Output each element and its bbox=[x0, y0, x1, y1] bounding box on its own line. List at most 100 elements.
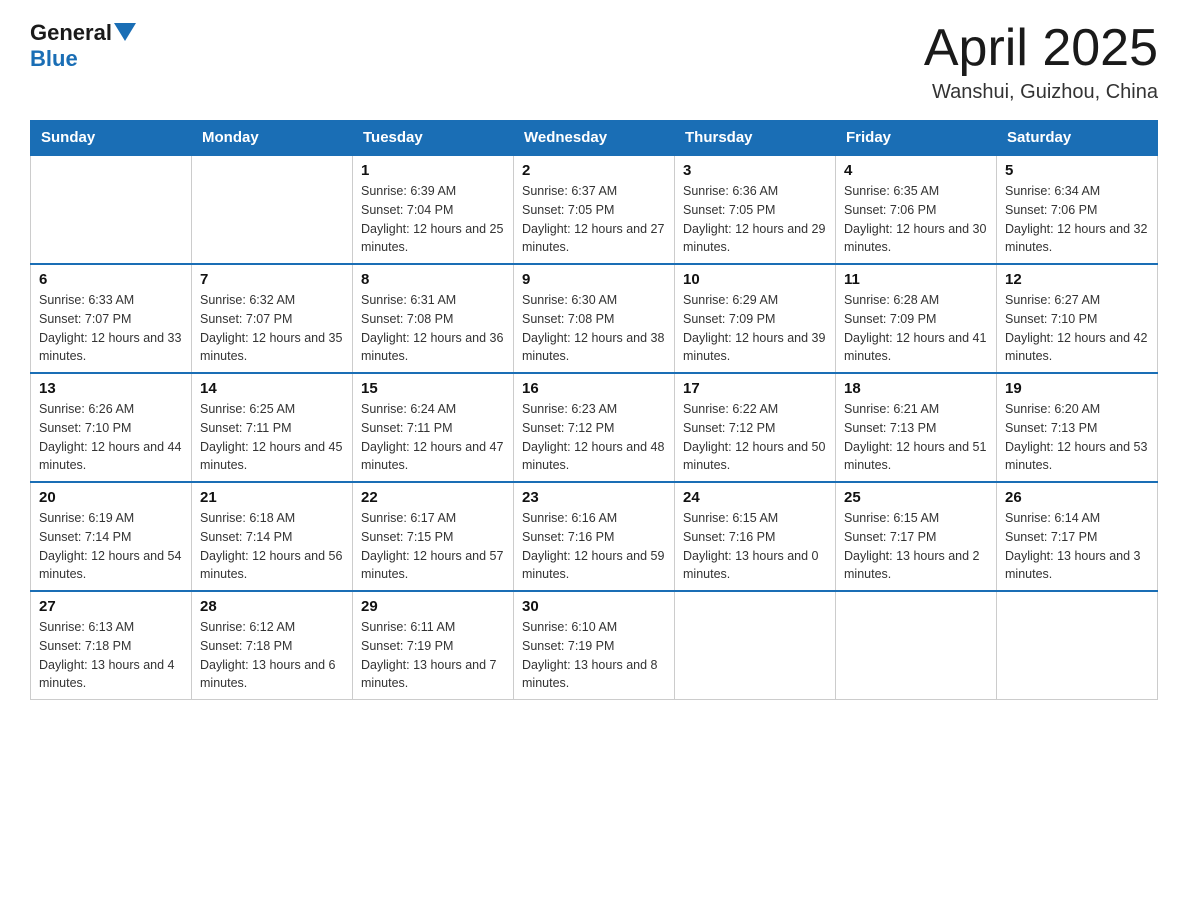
calendar-day-cell bbox=[836, 591, 997, 700]
calendar-title: April 2025 bbox=[924, 20, 1158, 77]
calendar-day-cell: 19 Sunrise: 6:20 AMSunset: 7:13 PMDayligh… bbox=[997, 373, 1158, 482]
page-header: General Blue April 2025 Wanshui, Guizhou… bbox=[30, 20, 1158, 104]
day-number: 4 bbox=[844, 162, 988, 179]
calendar-day-cell: 21Sunrise: 6:18 AMSunset: 7:14 PMDayligh… bbox=[192, 482, 353, 591]
day-number: 15 bbox=[361, 380, 505, 397]
day-info: Sunrise: 6:25 AMSunset: 7:11 PMDaylight:… bbox=[200, 400, 344, 475]
day-info: Sunrise: 6:21 AMSunset: 7:13 PMDaylight:… bbox=[844, 400, 988, 475]
day-of-week-header: Sunday bbox=[31, 121, 192, 156]
calendar-day-cell: 30Sunrise: 6:10 AMSunset: 7:19 PMDayligh… bbox=[514, 591, 675, 700]
day-of-week-header: Tuesday bbox=[353, 121, 514, 156]
day-info: Sunrise: 6:13 AMSunset: 7:18 PMDaylight:… bbox=[39, 618, 183, 693]
calendar-day-cell: 1 Sunrise: 6:39 AMSunset: 7:04 PMDaylight… bbox=[353, 155, 514, 264]
day-info: Sunrise: 6:15 AMSunset: 7:16 PMDaylight:… bbox=[683, 509, 827, 584]
day-info: Sunrise: 6:33 AMSunset: 7:07 PMDaylight:… bbox=[39, 291, 183, 366]
calendar-day-cell: 20Sunrise: 6:19 AMSunset: 7:14 PMDayligh… bbox=[31, 482, 192, 591]
day-number: 30 bbox=[522, 598, 666, 615]
calendar-day-cell: 17 Sunrise: 6:22 AMSunset: 7:12 PMDayligh… bbox=[675, 373, 836, 482]
day-number: 7 bbox=[200, 271, 344, 288]
day-info: Sunrise: 6:22 AMSunset: 7:12 PMDaylight:… bbox=[683, 400, 827, 475]
calendar-location: Wanshui, Guizhou, China bbox=[924, 81, 1158, 104]
calendar-day-cell bbox=[31, 155, 192, 264]
day-info: Sunrise: 6:23 AMSunset: 7:12 PMDaylight:… bbox=[522, 400, 666, 475]
calendar-day-cell: 25Sunrise: 6:15 AMSunset: 7:17 PMDayligh… bbox=[836, 482, 997, 591]
day-info: Sunrise: 6:18 AMSunset: 7:14 PMDaylight:… bbox=[200, 509, 344, 584]
day-info: Sunrise: 6:14 AMSunset: 7:17 PMDaylight:… bbox=[1005, 509, 1149, 584]
logo: General Blue bbox=[30, 20, 136, 72]
day-info: Sunrise: 6:17 AMSunset: 7:15 PMDaylight:… bbox=[361, 509, 505, 584]
calendar-day-cell: 14 Sunrise: 6:25 AMSunset: 7:11 PMDayligh… bbox=[192, 373, 353, 482]
calendar-week-row: 13 Sunrise: 6:26 AMSunset: 7:10 PMDayligh… bbox=[31, 373, 1158, 482]
day-info: Sunrise: 6:39 AMSunset: 7:04 PMDaylight:… bbox=[361, 182, 505, 257]
calendar-day-cell: 9 Sunrise: 6:30 AMSunset: 7:08 PMDaylight… bbox=[514, 264, 675, 373]
day-of-week-header: Friday bbox=[836, 121, 997, 156]
day-number: 24 bbox=[683, 489, 827, 506]
day-info: Sunrise: 6:28 AMSunset: 7:09 PMDaylight:… bbox=[844, 291, 988, 366]
day-info: Sunrise: 6:31 AMSunset: 7:08 PMDaylight:… bbox=[361, 291, 505, 366]
day-number: 1 bbox=[361, 162, 505, 179]
day-number: 17 bbox=[683, 380, 827, 397]
calendar-day-cell bbox=[997, 591, 1158, 700]
calendar-day-cell: 26 Sunrise: 6:14 AMSunset: 7:17 PMDayligh… bbox=[997, 482, 1158, 591]
day-of-week-header: Monday bbox=[192, 121, 353, 156]
calendar-day-cell: 2Sunrise: 6:37 AMSunset: 7:05 PMDaylight… bbox=[514, 155, 675, 264]
day-info: Sunrise: 6:32 AMSunset: 7:07 PMDaylight:… bbox=[200, 291, 344, 366]
day-number: 14 bbox=[200, 380, 344, 397]
day-number: 29 bbox=[361, 598, 505, 615]
calendar-day-cell: 28Sunrise: 6:12 AMSunset: 7:18 PMDayligh… bbox=[192, 591, 353, 700]
calendar-week-row: 6 Sunrise: 6:33 AMSunset: 7:07 PMDaylight… bbox=[31, 264, 1158, 373]
day-info: Sunrise: 6:35 AMSunset: 7:06 PMDaylight:… bbox=[844, 182, 988, 257]
calendar-week-row: 1 Sunrise: 6:39 AMSunset: 7:04 PMDaylight… bbox=[31, 155, 1158, 264]
calendar-day-cell: 27 Sunrise: 6:13 AMSunset: 7:18 PMDayligh… bbox=[31, 591, 192, 700]
calendar-day-cell: 22 Sunrise: 6:17 AMSunset: 7:15 PMDayligh… bbox=[353, 482, 514, 591]
day-number: 13 bbox=[39, 380, 183, 397]
day-number: 22 bbox=[361, 489, 505, 506]
day-number: 12 bbox=[1005, 271, 1149, 288]
calendar-table: SundayMondayTuesdayWednesdayThursdayFrid… bbox=[30, 120, 1158, 700]
day-number: 6 bbox=[39, 271, 183, 288]
logo-general-text: General bbox=[30, 20, 112, 46]
calendar-day-cell: 3 Sunrise: 6:36 AMSunset: 7:05 PMDaylight… bbox=[675, 155, 836, 264]
day-of-week-header: Wednesday bbox=[514, 121, 675, 156]
calendar-day-cell: 12Sunrise: 6:27 AMSunset: 7:10 PMDayligh… bbox=[997, 264, 1158, 373]
calendar-week-row: 20Sunrise: 6:19 AMSunset: 7:14 PMDayligh… bbox=[31, 482, 1158, 591]
day-info: Sunrise: 6:36 AMSunset: 7:05 PMDaylight:… bbox=[683, 182, 827, 257]
day-info: Sunrise: 6:12 AMSunset: 7:18 PMDaylight:… bbox=[200, 618, 344, 693]
calendar-day-cell bbox=[192, 155, 353, 264]
calendar-day-cell: 8Sunrise: 6:31 AMSunset: 7:08 PMDaylight… bbox=[353, 264, 514, 373]
day-info: Sunrise: 6:16 AMSunset: 7:16 PMDaylight:… bbox=[522, 509, 666, 584]
day-info: Sunrise: 6:20 AMSunset: 7:13 PMDaylight:… bbox=[1005, 400, 1149, 475]
day-info: Sunrise: 6:34 AMSunset: 7:06 PMDaylight:… bbox=[1005, 182, 1149, 257]
day-info: Sunrise: 6:26 AMSunset: 7:10 PMDaylight:… bbox=[39, 400, 183, 475]
calendar-day-cell: 4 Sunrise: 6:35 AMSunset: 7:06 PMDaylight… bbox=[836, 155, 997, 264]
day-info: Sunrise: 6:15 AMSunset: 7:17 PMDaylight:… bbox=[844, 509, 988, 584]
day-number: 19 bbox=[1005, 380, 1149, 397]
day-number: 23 bbox=[522, 489, 666, 506]
day-number: 9 bbox=[522, 271, 666, 288]
calendar-day-cell: 18Sunrise: 6:21 AMSunset: 7:13 PMDayligh… bbox=[836, 373, 997, 482]
calendar-day-cell: 16 Sunrise: 6:23 AMSunset: 7:12 PMDayligh… bbox=[514, 373, 675, 482]
calendar-day-cell: 15Sunrise: 6:24 AMSunset: 7:11 PMDayligh… bbox=[353, 373, 514, 482]
day-number: 3 bbox=[683, 162, 827, 179]
day-info: Sunrise: 6:29 AMSunset: 7:09 PMDaylight:… bbox=[683, 291, 827, 366]
day-number: 16 bbox=[522, 380, 666, 397]
calendar-day-cell: 29Sunrise: 6:11 AMSunset: 7:19 PMDayligh… bbox=[353, 591, 514, 700]
calendar-header-row: SundayMondayTuesdayWednesdayThursdayFrid… bbox=[31, 121, 1158, 156]
day-number: 27 bbox=[39, 598, 183, 615]
day-number: 5 bbox=[1005, 162, 1149, 179]
day-number: 2 bbox=[522, 162, 666, 179]
calendar-day-cell: 11 Sunrise: 6:28 AMSunset: 7:09 PMDayligh… bbox=[836, 264, 997, 373]
calendar-day-cell: 24 Sunrise: 6:15 AMSunset: 7:16 PMDayligh… bbox=[675, 482, 836, 591]
title-section: April 2025 Wanshui, Guizhou, China bbox=[924, 20, 1158, 104]
day-info: Sunrise: 6:19 AMSunset: 7:14 PMDaylight:… bbox=[39, 509, 183, 584]
calendar-day-cell bbox=[675, 591, 836, 700]
day-number: 26 bbox=[1005, 489, 1149, 506]
calendar-day-cell: 7 Sunrise: 6:32 AMSunset: 7:07 PMDaylight… bbox=[192, 264, 353, 373]
day-info: Sunrise: 6:30 AMSunset: 7:08 PMDaylight:… bbox=[522, 291, 666, 366]
logo-blue-text: Blue bbox=[30, 46, 78, 71]
day-number: 11 bbox=[844, 271, 988, 288]
logo-triangle-icon bbox=[114, 23, 136, 41]
day-of-week-header: Thursday bbox=[675, 121, 836, 156]
day-number: 10 bbox=[683, 271, 827, 288]
day-of-week-header: Saturday bbox=[997, 121, 1158, 156]
